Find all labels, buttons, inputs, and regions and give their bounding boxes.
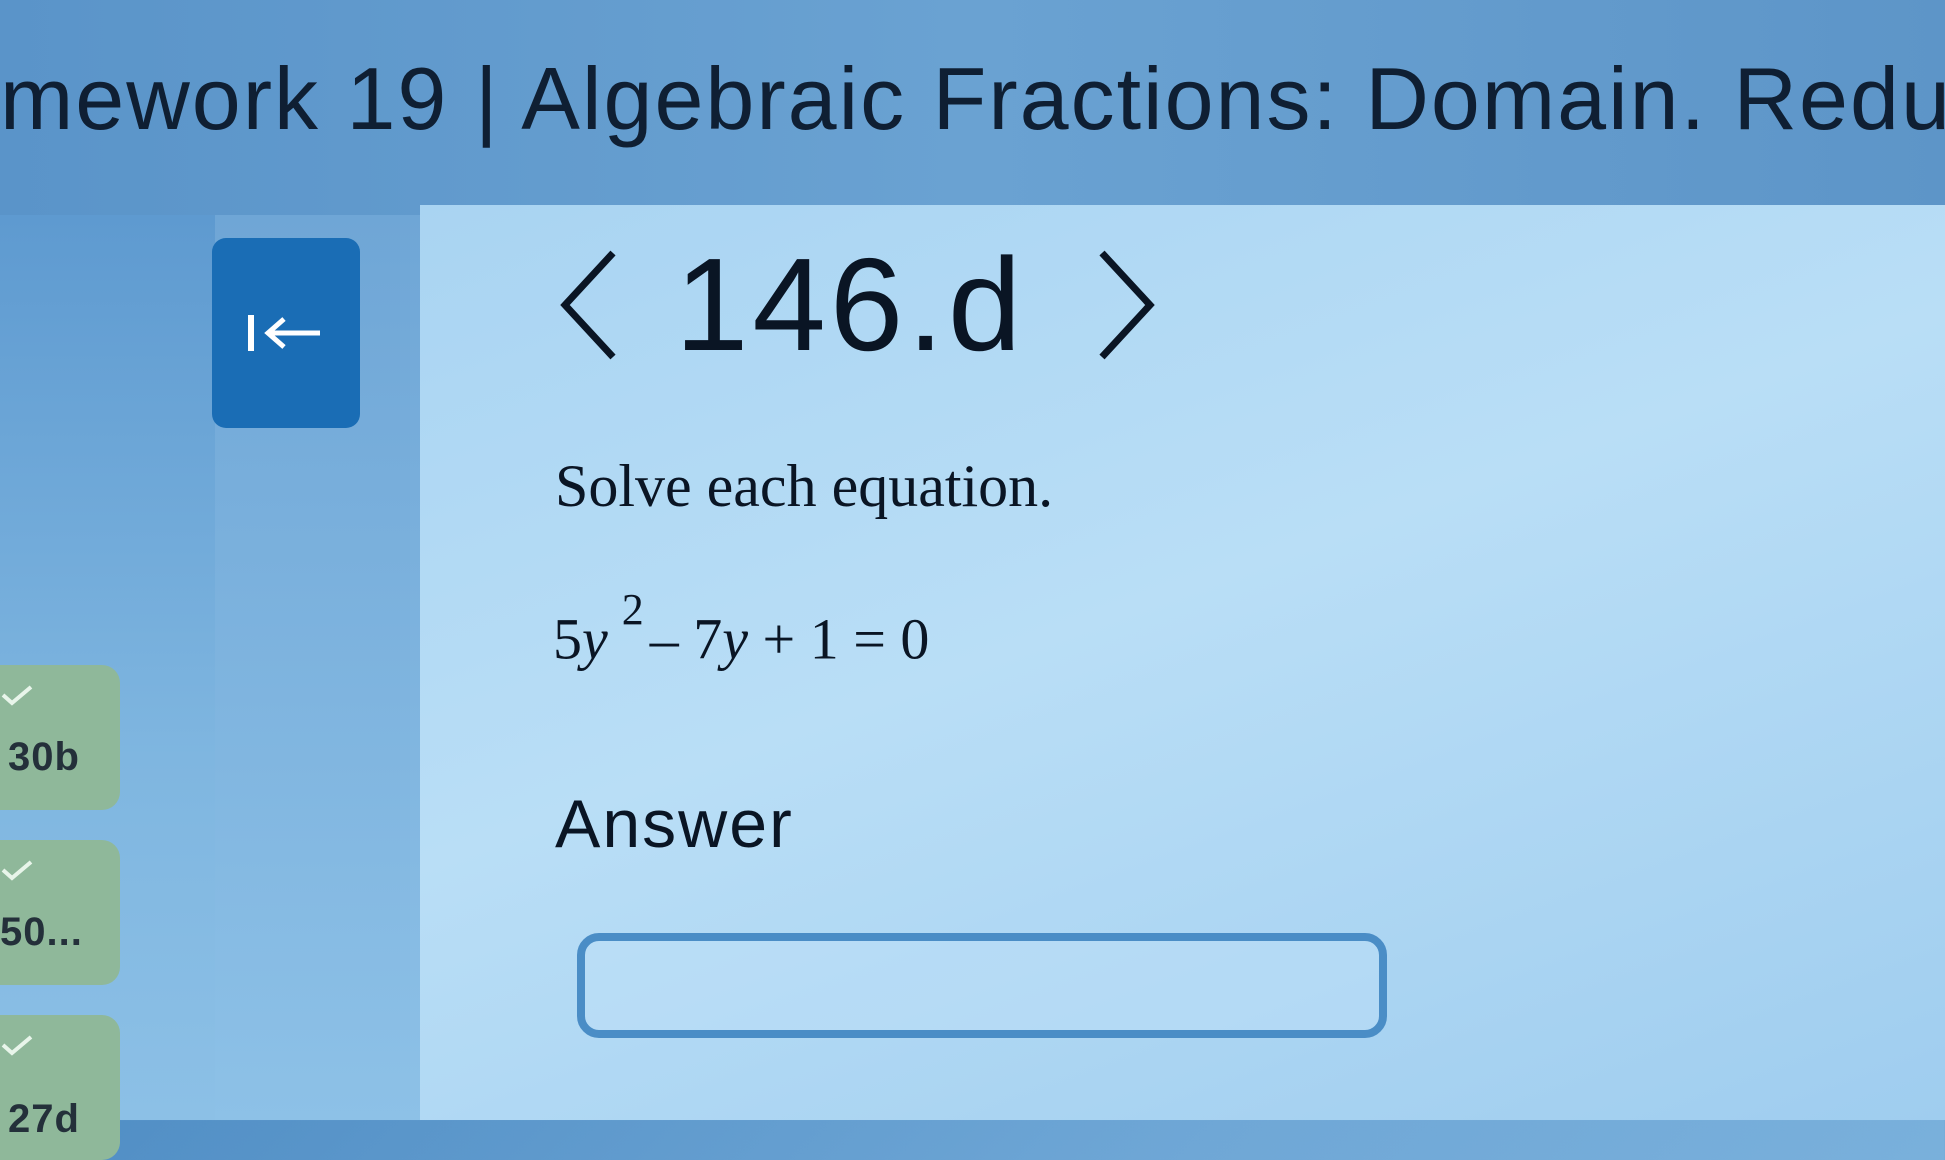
answer-input[interactable] xyxy=(577,933,1387,1038)
check-icon xyxy=(1,1035,33,1056)
equation-coefficient: 5 xyxy=(553,606,582,672)
problem-tile[interactable]: 30b xyxy=(0,665,120,810)
chevron-right-icon xyxy=(1099,250,1155,360)
equation-variable-2: y xyxy=(722,606,748,672)
first-page-arrow-icon xyxy=(246,311,326,355)
problem-number: 146.d xyxy=(675,231,1026,378)
equation-variable: y xyxy=(582,606,608,672)
equation-constant: + 1 = 0 xyxy=(748,606,930,672)
header-bar: mework 19 | Algebraic Fractions: Domain.… xyxy=(0,0,1945,215)
first-problem-button[interactable] xyxy=(212,238,360,428)
next-problem-button[interactable] xyxy=(1090,245,1160,365)
equation-linear-term: – 7 xyxy=(649,606,723,672)
equation-exponent: 2 xyxy=(621,585,644,634)
problem-instruction: Solve each equation. xyxy=(555,453,1054,519)
previous-problem-button[interactable] xyxy=(555,245,625,365)
answer-label: Answer xyxy=(555,786,794,862)
page-title: mework 19 | Algebraic Fractions: Domain.… xyxy=(0,49,1945,148)
problem-tile[interactable]: 27d xyxy=(0,1015,120,1160)
chevron-left-icon xyxy=(560,250,616,360)
check-icon xyxy=(1,860,33,881)
check-icon xyxy=(1,685,33,706)
problem-tile-label: 50... xyxy=(0,910,83,954)
problem-tile[interactable]: 50... xyxy=(0,840,120,985)
problem-tile-label: 30b xyxy=(8,735,80,779)
problem-equation: 5y 2– 7y + 1 = 0 xyxy=(553,585,930,672)
